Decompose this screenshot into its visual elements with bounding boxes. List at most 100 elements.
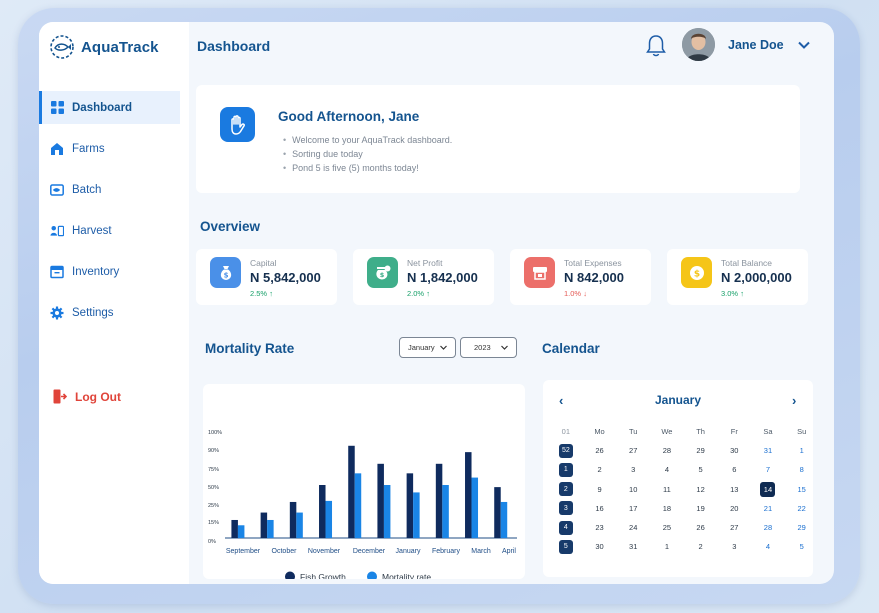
calendar-day[interactable]: 21 — [751, 499, 785, 518]
bar-fish-growth — [435, 463, 443, 538]
calendar-day[interactable]: 12 — [684, 480, 718, 499]
calendar-day[interactable]: 2 — [684, 537, 718, 556]
calendar-day[interactable]: 4 — [751, 537, 785, 556]
calendar-day[interactable]: 15 — [785, 480, 819, 499]
x-tick-label: March — [471, 548, 491, 555]
chevron-down-icon — [501, 345, 508, 350]
calendar-day[interactable]: 10 — [616, 480, 650, 499]
bar-fish-growth — [260, 512, 268, 538]
calendar-day[interactable]: 6 — [717, 460, 751, 479]
app-logo[interactable]: AquaTrack — [49, 34, 159, 60]
mortality-chart: 100% 90% 75% 50% 25% 15% 0% September October Nov… — [208, 430, 517, 579]
stat-label: Total Expenses — [564, 258, 622, 268]
calendar-day[interactable]: 3 — [717, 537, 751, 556]
chevron-right-icon[interactable]: › — [792, 393, 796, 408]
stat-value: N 2,000,000 — [721, 270, 792, 285]
legend-swatch-fish-growth — [285, 571, 295, 579]
calendar-day[interactable]: 1 — [785, 441, 819, 460]
sidebar-item-label: Dashboard — [72, 101, 133, 114]
avatar[interactable] — [682, 28, 715, 61]
bar-mortality-rate — [442, 485, 449, 538]
bell-icon[interactable] — [645, 34, 667, 58]
calendar-day[interactable]: 16 — [583, 499, 617, 518]
calendar-day[interactable]: 11 — [650, 480, 684, 499]
calendar-weekday-header: Th — [696, 427, 705, 437]
register-icon — [524, 257, 555, 288]
calendar-day[interactable]: 7 — [751, 460, 785, 479]
calendar-card: ‹ January › 01 Mo Tu We Th Fr Sa Su 52 26 27 28 29 30… — [543, 380, 813, 577]
money-bag-icon: $ — [210, 257, 241, 288]
calendar-day[interactable]: 28 — [751, 518, 785, 537]
year-select-value: 2023 — [474, 343, 491, 352]
calendar-day[interactable]: 26 — [583, 441, 617, 460]
sidebar-item-dashboard[interactable]: Dashboard — [39, 91, 180, 124]
harvest-icon — [50, 224, 64, 238]
calendar-day[interactable]: 25 — [650, 518, 684, 537]
sidebar-item-batch[interactable]: Batch — [39, 173, 180, 206]
bar-mortality-rate — [325, 500, 333, 538]
stat-card-net-profit[interactable]: $ Net Profit N 1,842,000 2.0% ↑ — [353, 249, 494, 305]
svg-text:$: $ — [223, 271, 228, 279]
svg-text:$: $ — [379, 271, 384, 279]
calendar-day[interactable]: 29 — [684, 441, 718, 460]
bar-mortality-rate — [267, 519, 274, 538]
calendar-day[interactable]: 30 — [717, 441, 751, 460]
bar-mortality-rate — [383, 485, 391, 538]
waving-hand-icon — [220, 107, 255, 142]
sidebar-nav: Dashboard Farms Batch Harvest Inventory … — [39, 91, 180, 337]
calendar-weekday-header: We — [661, 427, 673, 437]
calendar-week-number: 52 — [549, 441, 583, 460]
calendar-day[interactable]: 17 — [616, 499, 650, 518]
calendar-day[interactable]: 31 — [616, 537, 650, 556]
bar-mortality-rate — [413, 492, 420, 538]
calendar-day[interactable]: 22 — [785, 499, 819, 518]
calendar-day[interactable]: 31 — [751, 441, 785, 460]
month-select-value: January — [408, 343, 435, 352]
sidebar-item-harvest[interactable]: Harvest — [39, 214, 180, 247]
calendar-day[interactable]: 9 — [583, 480, 617, 499]
calendar-day[interactable]: 13 — [717, 480, 751, 499]
bar-mortality-rate — [296, 512, 303, 538]
user-photo-icon — [682, 28, 715, 61]
stat-card-capital[interactable]: $ Capital N 5,842,000 2.5% ↑ — [196, 249, 337, 305]
overview-title: Overview — [200, 219, 261, 234]
calendar-day[interactable]: 28 — [650, 441, 684, 460]
logout-button[interactable]: Log Out — [53, 389, 121, 404]
calendar-day[interactable]: 5 — [684, 460, 718, 479]
sidebar-item-settings[interactable]: Settings — [39, 296, 180, 329]
calendar-day[interactable]: 1 — [650, 537, 684, 556]
calendar-day[interactable]: 24 — [616, 518, 650, 537]
calendar-day[interactable]: 27 — [616, 441, 650, 460]
calendar-day[interactable]: 30 — [583, 537, 617, 556]
calendar-day[interactable]: 14 — [751, 480, 785, 499]
greeting-title: Good Afternoon, Jane — [278, 109, 420, 124]
calendar-day[interactable]: 26 — [684, 518, 718, 537]
calendar-day[interactable]: 19 — [684, 499, 718, 518]
calendar-day[interactable]: 4 — [650, 460, 684, 479]
calendar-day[interactable]: 2 — [583, 460, 617, 479]
mortality-title: Mortality Rate — [205, 341, 295, 356]
month-select[interactable]: January — [399, 337, 456, 358]
app-window: AquaTrack Dashboard Farms Batch Harvest … — [39, 22, 834, 584]
chevron-down-icon[interactable] — [797, 38, 811, 52]
calendar-day[interactable]: 27 — [717, 518, 751, 537]
calendar-day[interactable]: 5 — [785, 537, 819, 556]
calendar-day[interactable]: 8 — [785, 460, 819, 479]
gear-icon — [50, 306, 64, 320]
arrow-up-icon: ↑ — [426, 289, 430, 298]
calendar-day[interactable]: 18 — [650, 499, 684, 518]
sidebar-item-farms[interactable]: Farms — [39, 132, 180, 165]
calendar-day[interactable]: 20 — [717, 499, 751, 518]
calendar-day[interactable]: 29 — [785, 518, 819, 537]
calendar-day[interactable]: 3 — [616, 460, 650, 479]
fish-logo-icon — [50, 35, 74, 59]
calendar-weekday-header: Tu — [628, 427, 638, 437]
coin-icon: $ — [681, 257, 712, 288]
year-select[interactable]: 2023 — [460, 337, 517, 358]
x-tick-label: December — [353, 548, 386, 555]
calendar-day[interactable]: 23 — [583, 518, 617, 537]
sidebar-item-inventory[interactable]: Inventory — [39, 255, 180, 288]
bar-mortality-rate — [354, 473, 362, 538]
stat-card-total-expenses[interactable]: Total Expenses N 842,000 1.0% ↓ — [510, 249, 651, 305]
stat-card-total-balance[interactable]: $ Total Balance N 2,000,000 3.0% ↑ — [667, 249, 808, 305]
